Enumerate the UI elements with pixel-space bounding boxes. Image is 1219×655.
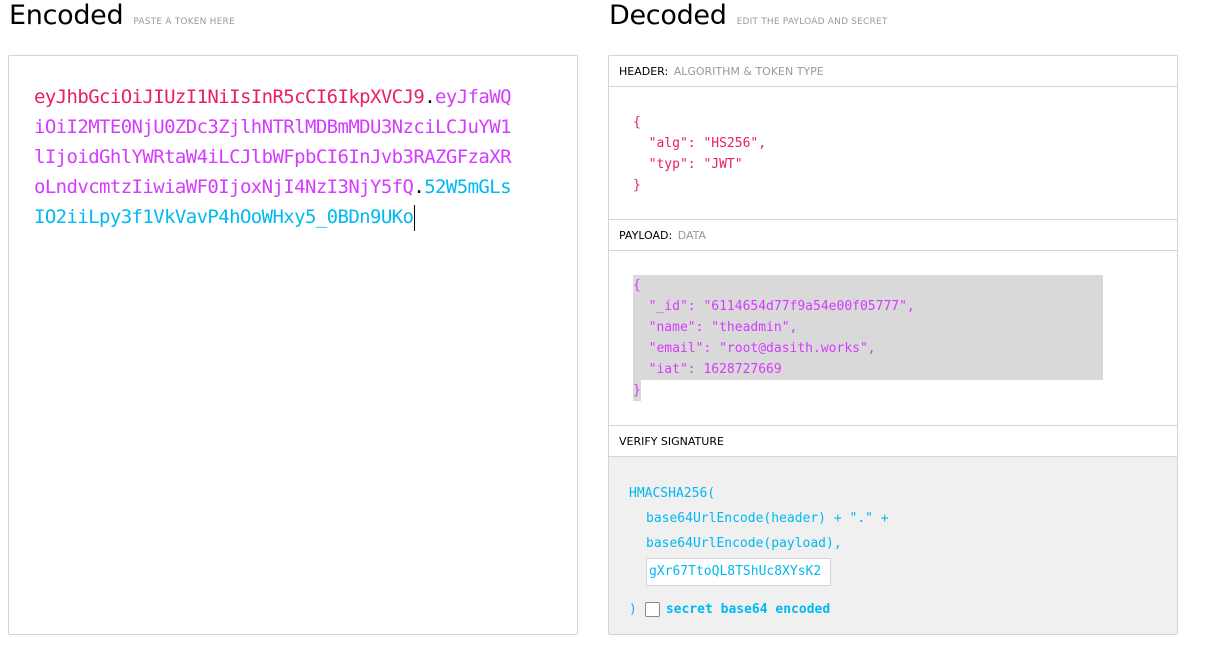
formula-close-paren: ) (629, 602, 637, 617)
payload-editor[interactable]: { "_id": "6114654d77f9a54e00f05777", "na… (609, 251, 1177, 426)
payload-section-label: PAYLOAD: (619, 229, 673, 242)
payload-section-sublabel: DATA (677, 229, 707, 242)
header-editor[interactable]: { "alg": "HS256", "typ": "JWT" } (609, 87, 1177, 220)
encoded-token-text[interactable]: eyJhbGciOiJIUzI1NiIsInR5cCI6IkpXVCJ9.eyJ… (34, 82, 514, 232)
formula-header-line: base64UrlEncode(header) + "." + (646, 511, 889, 526)
encoded-title-group: Encoded PASTE A TOKEN HERE (9, 0, 235, 31)
secret-base64-label[interactable]: secret base64 encoded (666, 597, 830, 622)
text-cursor (414, 204, 416, 231)
payload-json[interactable]: { "_id": "6114654d77f9a54e00f05777", "na… (633, 275, 915, 401)
decoded-subtitle: EDIT THE PAYLOAD AND SECRET (736, 17, 888, 27)
decoded-title-group: Decoded EDIT THE PAYLOAD AND SECRET (609, 0, 888, 31)
encoded-token-editor[interactable]: eyJhbGciOiJIUzI1NiIsInR5cCI6IkpXVCJ9.eyJ… (8, 55, 578, 635)
decoded-panel: HEADER: ALGORITHM & TOKEN TYPE { "alg": … (608, 55, 1178, 635)
header-section-label: HEADER: (619, 65, 669, 78)
verify-section-heading: VERIFY SIGNATURE (609, 426, 1177, 457)
token-separator: . (424, 86, 436, 108)
formula-close-row: ) secret base64 encoded (629, 597, 889, 622)
token-separator: . (413, 176, 425, 198)
encoded-title: Encoded (9, 0, 124, 31)
header-section-sublabel: ALGORITHM & TOKEN TYPE (673, 65, 824, 78)
encoded-subtitle: PASTE A TOKEN HERE (133, 17, 235, 27)
secret-base64-checkbox[interactable] (644, 602, 660, 617)
token-header-part: eyJhbGciOiJIUzI1NiIsInR5cCI6IkpXVCJ9 (34, 86, 425, 108)
verify-section-label: VERIFY SIGNATURE (619, 435, 724, 448)
formula-payload-line: base64UrlEncode(payload), (646, 536, 842, 551)
payload-section-heading: PAYLOAD: DATA (609, 220, 1177, 251)
header-json[interactable]: { "alg": "HS256", "typ": "JWT" } (633, 112, 766, 196)
decoded-title: Decoded (609, 0, 727, 31)
verify-signature-body: HMACSHA256( base64UrlEncode(header) + ".… (609, 457, 1177, 634)
hmac-function-name: HMACSHA256( (629, 486, 716, 501)
header-section-heading: HEADER: ALGORITHM & TOKEN TYPE (609, 56, 1177, 87)
secret-input[interactable]: gXr67TtoQL8TShUc8XYsK2 (646, 558, 831, 586)
signature-formula: HMACSHA256( base64UrlEncode(header) + ".… (629, 481, 889, 622)
